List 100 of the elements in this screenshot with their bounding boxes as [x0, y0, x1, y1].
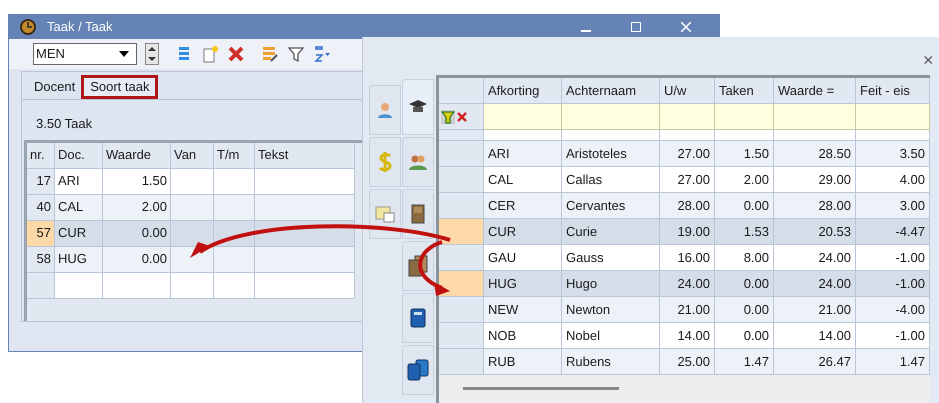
side-tab[interactable] — [402, 345, 434, 395]
table-cell — [171, 220, 214, 246]
table-cell: Cervantes — [562, 193, 660, 219]
filter-field[interactable] — [562, 104, 660, 130]
table-cell — [55, 272, 103, 298]
table-cell: 58 — [27, 246, 55, 272]
column-header[interactable]: Afkorting — [484, 78, 562, 104]
table-cell: 14.00 — [660, 323, 715, 349]
new-page-icon[interactable] — [201, 45, 219, 63]
table-cell: 24.00 — [660, 271, 715, 297]
table-cell: 27.00 — [660, 141, 715, 167]
table-cell: 1.50 — [103, 168, 171, 194]
table-cell: 3.00 — [856, 193, 930, 219]
delete-icon[interactable] — [227, 45, 245, 63]
table-cell: -4.47 — [856, 219, 930, 245]
combo-box[interactable]: MEN — [33, 43, 137, 65]
summary-label: 3.50 Taak — [35, 115, 92, 133]
table-cell: 20.53 — [774, 219, 856, 245]
clock-icon — [19, 18, 37, 36]
table-cell: HUG — [484, 271, 562, 297]
table-cell: NOB — [484, 323, 562, 349]
side-tab[interactable] — [402, 293, 434, 343]
table-cell: 27.00 — [660, 167, 715, 193]
table-cell: 1.53 — [715, 219, 774, 245]
table-cell: CER — [484, 193, 562, 219]
table-cell: 17 — [27, 168, 55, 194]
table-cell: Gauss — [562, 245, 660, 271]
graduation-cap-icon — [408, 99, 428, 115]
table-cell: 0.00 — [715, 193, 774, 219]
table-cell: HUG — [55, 246, 103, 272]
table-cell: 14.00 — [774, 323, 856, 349]
table-cell: GAU — [484, 245, 562, 271]
column-header[interactable]: Feit - eis — [856, 78, 930, 104]
table-cell: 28.50 — [774, 141, 856, 167]
filter-field[interactable] — [856, 104, 930, 130]
table-cell: Rubens — [562, 349, 660, 375]
column-header[interactable]: Waarde = — [774, 78, 856, 104]
column-header[interactable]: Achternaam — [562, 78, 660, 104]
table-cell: Callas — [562, 167, 660, 193]
filter-icon[interactable] — [441, 110, 455, 124]
table-cell: 28.00 — [660, 193, 715, 219]
table-cell — [214, 168, 255, 194]
table-cell: RUB — [484, 349, 562, 375]
column-header[interactable]: U/w — [660, 78, 715, 104]
table-cell: CAL — [55, 194, 103, 220]
books-icon — [407, 359, 429, 381]
table-cell: 40 — [27, 194, 55, 220]
spinner-icon[interactable] — [145, 43, 159, 65]
edit-list-icon[interactable] — [261, 45, 279, 63]
column-header[interactable]: Taken — [715, 78, 774, 104]
scrollbar[interactable] — [463, 387, 619, 390]
filter-field[interactable] — [715, 104, 774, 130]
door-icon — [410, 204, 426, 224]
table-cell: 3.50 — [856, 141, 930, 167]
table-cell: 2.00 — [103, 194, 171, 220]
close-icon[interactable] — [681, 22, 691, 32]
sort-icon[interactable] — [313, 45, 331, 63]
table-cell: 29.00 — [774, 167, 856, 193]
side-tab[interactable] — [369, 189, 401, 239]
filter-field[interactable] — [660, 104, 715, 130]
clear-filter-icon[interactable] — [457, 112, 467, 122]
table-cell: -1.00 — [856, 245, 930, 271]
table-cell — [171, 194, 214, 220]
filter-field[interactable] — [774, 104, 856, 130]
table-cell: 19.00 — [660, 219, 715, 245]
row-header[interactable] — [439, 219, 484, 245]
table-cell: -4.00 — [856, 297, 930, 323]
dollar-icon — [376, 151, 394, 173]
table-cell — [171, 272, 214, 298]
side-tab[interactable] — [402, 189, 434, 239]
table-cell — [103, 272, 171, 298]
table-cell: CAL — [484, 167, 562, 193]
table-cell: -1.00 — [856, 323, 930, 349]
table-cell: 57 — [27, 220, 55, 246]
table-cell: 1.47 — [715, 349, 774, 375]
person-icon — [376, 101, 394, 119]
doors-icon — [408, 255, 428, 277]
table-cell: 24.00 — [774, 271, 856, 297]
table-cell — [715, 130, 774, 141]
tab[interactable]: Soort taak — [81, 75, 158, 99]
dropdown-icon[interactable] — [118, 50, 130, 58]
maximize-icon[interactable] — [631, 22, 641, 32]
table-cell: -1.00 — [856, 271, 930, 297]
table-cell: 0.00 — [103, 246, 171, 272]
table-cell: NEW — [484, 297, 562, 323]
row-header[interactable] — [439, 271, 484, 297]
close-button[interactable]: × — [923, 47, 934, 74]
table-cell: 1.50 — [715, 141, 774, 167]
table-cell: 0.00 — [103, 220, 171, 246]
table-cell: Hugo — [562, 271, 660, 297]
people-icon — [408, 153, 428, 171]
tab[interactable]: Docent — [28, 75, 82, 99]
filter-icon[interactable] — [287, 45, 305, 63]
table-cell — [214, 246, 255, 272]
table-cell: 4.00 — [856, 167, 930, 193]
table-cell: 21.00 — [660, 297, 715, 323]
table-cell: Aristoteles — [562, 141, 660, 167]
side-tab[interactable] — [402, 79, 434, 135]
filter-field[interactable] — [484, 104, 562, 130]
table-cell — [214, 272, 255, 298]
